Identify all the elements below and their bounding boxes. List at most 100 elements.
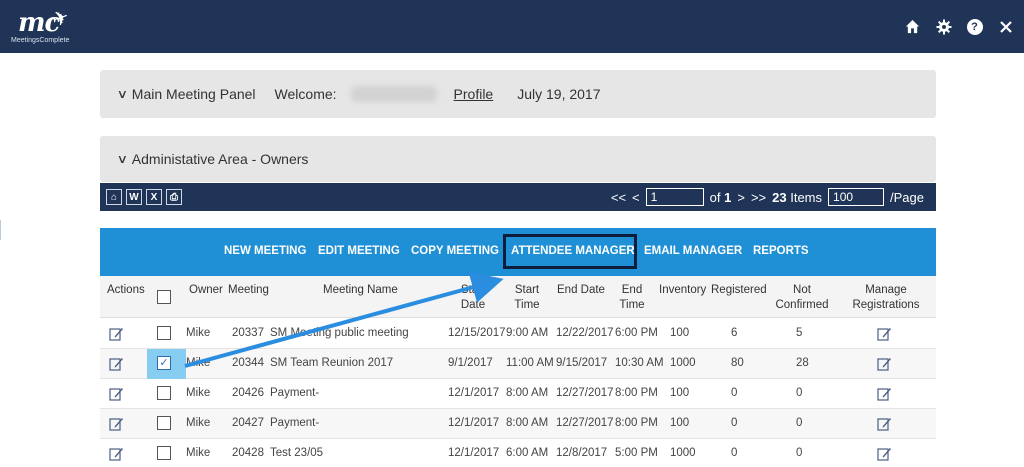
row-checkbox[interactable] [157,446,171,460]
col-owner[interactable]: Owner [189,283,223,298]
cell-not-confirmed: 0 [796,387,803,399]
chevron-down-icon[interactable]: ∨ [117,152,128,166]
profile-link[interactable]: Profile [454,86,494,102]
col-start-time[interactable]: Start Time [513,283,541,313]
cell-end-date: 12/27/2017 [556,417,614,429]
manage-registrations-icon[interactable] [877,326,892,341]
chevron-down-icon[interactable]: ∨ [117,87,128,101]
first-page-button[interactable]: << [611,190,626,205]
cell-owner: Mike [186,417,211,429]
manage-registrations-icon[interactable] [877,446,892,461]
prev-page-button[interactable]: < [632,190,640,205]
copy-meeting-button[interactable]: COPY MEETING [411,245,499,257]
edit-icon[interactable] [109,446,124,461]
grid-toolbar: ⌂ W X ⎙ << < of 1 > >> 23 Items /Page [100,183,936,211]
cell-owner: Mike [186,387,211,399]
main-meeting-panel: ∨ Main Meeting Panel Welcome: Profile Ju… [100,70,936,118]
col-inventory[interactable]: Inventory [659,283,706,298]
table-row[interactable]: Mike 20427 Payment- 12/1/2017 8:00 AM 12/27/2… [100,409,936,439]
cell-name: SM Meeting public meeting [270,327,409,339]
grid-header: Actions Owner Meeting Meeting Name Start… [100,276,936,318]
close-icon[interactable] [995,16,1016,37]
table-row[interactable]: Mike 20428 Test 23/05 12/1/2017 6:00 AM 12/8/… [100,439,936,467]
cell-start-time: 6:00 AM [506,447,549,459]
current-date: July 19, 2017 [517,86,601,102]
edit-icon[interactable] [109,326,124,341]
new-meeting-button[interactable]: NEW MEETING [224,245,306,257]
row-checkbox[interactable] [157,326,171,340]
edit-icon[interactable] [109,386,124,401]
cell-inventory: 100 [670,417,690,429]
col-registered[interactable]: Registered [711,283,767,298]
manage-registrations-icon[interactable] [877,356,892,371]
table-row[interactable]: Mike 20426 Payment- 12/1/2017 8:00 AM 12/27/2… [100,379,936,409]
export-icons: ⌂ W X ⎙ [106,189,182,205]
table-row[interactable]: Mike 20337 SM Meeting public meeting 12/15/… [100,319,936,349]
left-edge-mark [0,220,3,240]
cell-start-date: 12/15/2017 [448,327,506,339]
per-page-input[interactable] [828,188,885,206]
cell-inventory: 1000 [670,357,696,369]
cell-end-date: 12/8/2017 [556,447,608,459]
print-icon[interactable]: ⎙ [166,189,182,205]
col-end-date[interactable]: End Date [557,283,605,298]
top-icons: ? [902,16,1016,37]
top-navbar: mc ✈ MeetingsComplete ? [0,0,1024,53]
edit-meeting-button[interactable]: EDIT MEETING [318,245,400,257]
cell-end-date: 9/15/2017 [556,357,608,369]
logo[interactable]: mc ✈ MeetingsComplete [8,6,78,48]
attendee-manager-button[interactable]: ATTENDEE MANAGER [511,245,635,257]
col-manage-registrations[interactable]: Manage Registrations [852,283,920,313]
reports-button[interactable]: REPORTS [753,245,809,257]
cell-meeting: 20427 [232,417,264,429]
cell-end-date: 12/22/2017 [556,327,614,339]
items-summary: 23 Items [772,189,823,205]
table-row[interactable]: ✓ Mike 20344 SM Team Reunion 2017 9/1/2017 11… [100,349,936,379]
cell-registered: 80 [731,357,744,369]
cell-name: SM Team Reunion 2017 [270,357,394,369]
cell-owner: Mike [186,327,211,339]
admin-area-title[interactable]: Administative Area - Owners [132,151,309,167]
panel-title[interactable]: Main Meeting Panel [132,86,256,102]
cell-end-time: 10:30 AM [615,357,664,369]
col-actions[interactable]: Actions [107,283,145,298]
cell-start-date: 9/1/2017 [448,357,493,369]
cell-name: Test 23/05 [270,447,324,459]
excel-icon[interactable]: X [146,189,162,205]
gear-icon[interactable] [933,16,954,37]
welcome-label: Welcome: [274,86,337,102]
cell-inventory: 100 [670,327,690,339]
of-label: of 1 [709,189,732,205]
cell-inventory: 100 [670,387,690,399]
col-start-date[interactable]: Start Date [458,283,488,313]
cell-registered: 6 [731,327,738,339]
word-icon[interactable]: W [126,189,142,205]
cell-start-time: 8:00 AM [506,387,549,399]
cell-owner: Mike [186,357,211,369]
last-page-button[interactable]: >> [751,190,766,205]
edit-icon[interactable] [109,416,124,431]
col-end-time[interactable]: End Time [619,283,645,313]
edit-icon[interactable] [109,356,124,371]
home-icon[interactable] [902,16,923,37]
row-checkbox[interactable]: ✓ [157,356,171,370]
manage-registrations-icon[interactable] [877,416,892,431]
pdf-icon[interactable]: ⌂ [106,189,122,205]
select-all-checkbox[interactable] [157,290,171,304]
logo-text: MeetingsComplete [11,37,70,44]
row-checkbox[interactable] [157,416,171,430]
manage-registrations-icon[interactable] [877,386,892,401]
cell-registered: 0 [731,447,738,459]
page-number-input[interactable] [645,188,704,206]
cell-not-confirmed: 0 [796,447,803,459]
email-manager-button[interactable]: EMAIL MANAGER [644,245,742,257]
next-page-button[interactable]: > [737,190,745,205]
col-meeting[interactable]: Meeting [228,283,269,298]
col-meeting-name[interactable]: Meeting Name [323,283,398,298]
cell-not-confirmed: 0 [796,417,803,429]
col-not-confirmed[interactable]: Not Confirmed [774,283,830,313]
cell-registered: 0 [731,387,738,399]
cell-registered: 0 [731,417,738,429]
row-checkbox[interactable] [157,386,171,400]
help-icon[interactable]: ? [964,16,985,37]
